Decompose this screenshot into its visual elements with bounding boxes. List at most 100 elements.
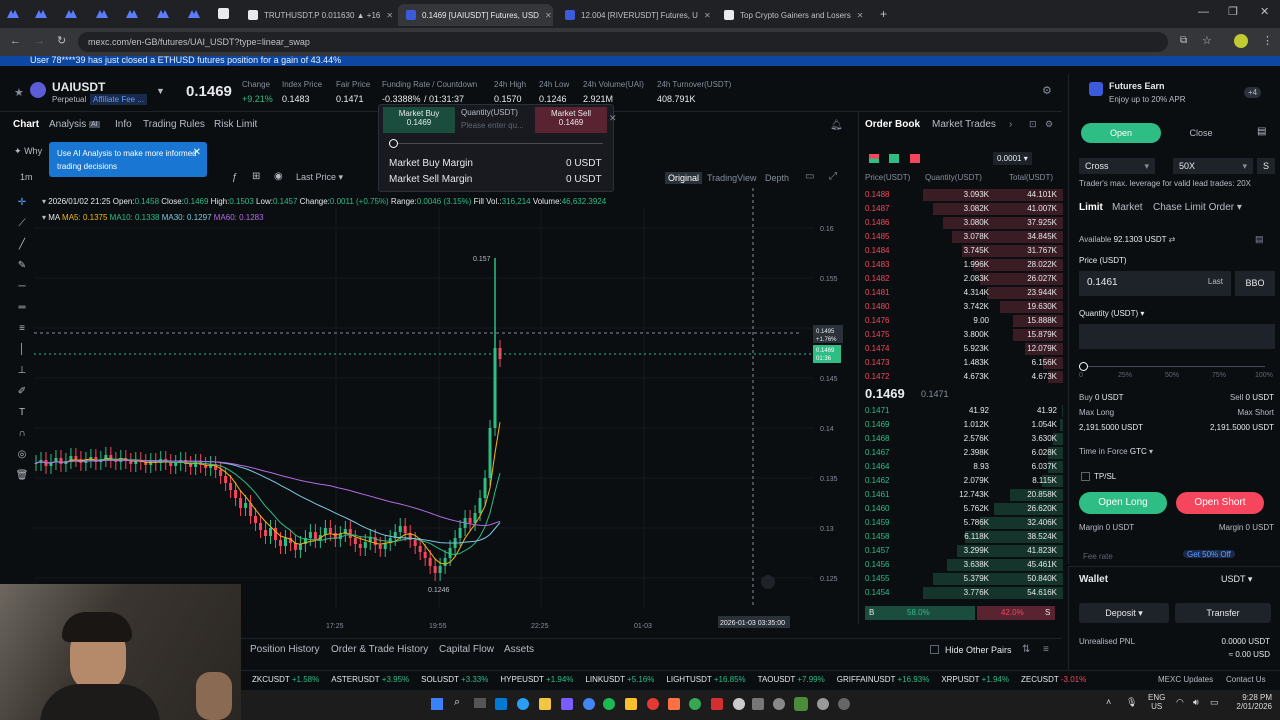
tab-chart[interactable]: Chart: [13, 119, 39, 130]
bid-row[interactable]: 0.1461 12.743K 20.858K: [859, 488, 1063, 502]
measure-icon[interactable]: ⊥: [15, 364, 29, 378]
earn-title[interactable]: Futures Earn: [1109, 81, 1165, 91]
settings-app-icon[interactable]: [817, 698, 829, 710]
mode-s-button[interactable]: S: [1257, 158, 1275, 174]
bid-row[interactable]: 0.1455 5.379K 50.840K: [859, 572, 1063, 586]
maximize-icon[interactable]: ❐: [1228, 5, 1238, 18]
leverage-select[interactable]: 50X ▾: [1173, 158, 1253, 174]
bid-row[interactable]: 0.1469 1.012K 1.054K: [859, 418, 1063, 432]
battery-icon[interactable]: ▭: [1210, 697, 1219, 708]
browser-tab-active[interactable]: 0.1469 [UAIUSDT] Futures, USD ✕: [398, 4, 553, 26]
symbol-dropdown-icon[interactable]: ▼: [156, 86, 165, 96]
capcut-icon[interactable]: [752, 698, 764, 710]
tab-market-trades[interactable]: Market Trades: [932, 119, 996, 130]
text-tool-icon[interactable]: T: [15, 406, 29, 420]
coin-ticker-item[interactable]: TAOUSDT +7.99%: [758, 675, 825, 684]
folder-icon[interactable]: [539, 698, 551, 710]
app-icon[interactable]: [773, 698, 785, 710]
tray-chevron-icon[interactable]: ˄: [1106, 697, 1111, 707]
install-icon[interactable]: ⧉: [1180, 35, 1187, 46]
chrome-icon[interactable]: [583, 698, 595, 710]
bid-row[interactable]: 0.1471 41.92 41.92: [859, 404, 1063, 418]
view-asks-icon[interactable]: [910, 154, 920, 163]
ask-row[interactable]: 0.1488 3.093K 44.101K: [859, 188, 1063, 202]
expand-icon[interactable]: ⊡: [1029, 119, 1037, 130]
bid-row[interactable]: 0.1460 5.762K 26.620K: [859, 502, 1063, 516]
trendline-icon[interactable]: ⟋: [15, 217, 29, 231]
crosshair-icon[interactable]: ✛: [15, 196, 29, 210]
ask-row[interactable]: 0.1481 4.314K 23.944K: [859, 286, 1063, 300]
pinned-tab[interactable]: [216, 7, 230, 19]
browser-tab[interactable]: Top Crypto Gainers and Losers ✕: [716, 4, 871, 26]
coin-ticker-item[interactable]: GRIFFAINUSDT +16.93%: [837, 675, 930, 684]
chrome-profile-icon[interactable]: [689, 698, 701, 710]
affiliate-badge[interactable]: Affiliate Fee ...: [90, 94, 147, 105]
github-icon[interactable]: [733, 698, 745, 710]
new-tab-icon[interactable]: +: [880, 7, 887, 21]
bell-icon[interactable]: 🔔︎: [830, 120, 843, 131]
bid-row[interactable]: 0.1468 2.576K 3.630K: [859, 432, 1063, 446]
candlestick-chart[interactable]: 0.160.1550.150.1450.140.1350.130.12517:2…: [0, 138, 852, 633]
quantity-slider[interactable]: [389, 143, 603, 144]
calculator-icon[interactable]: ▤: [1257, 126, 1266, 137]
close-icon[interactable]: ✕: [380, 11, 393, 20]
ray-icon[interactable]: ╱: [15, 238, 29, 252]
amount-slider-handle[interactable]: [1079, 362, 1088, 371]
order-type-chase[interactable]: Chase Limit Order ▾: [1153, 202, 1242, 213]
transfer-button[interactable]: Transfer: [1175, 603, 1271, 623]
browser-menu-icon[interactable]: ⋮: [1262, 34, 1273, 47]
notes-icon[interactable]: [625, 698, 637, 710]
ask-row[interactable]: 0.1476 9.00 15.888K: [859, 314, 1063, 328]
quantity-input[interactable]: [1079, 324, 1275, 349]
bid-row[interactable]: 0.1456 3.638K 45.461K: [859, 558, 1063, 572]
minimize-icon[interactable]: —: [1198, 6, 1209, 18]
tpsl-checkbox[interactable]: [1081, 472, 1090, 481]
tab-position-history[interactable]: Position History: [250, 644, 319, 655]
open-short-button[interactable]: Open Short: [1176, 492, 1264, 514]
close-window-icon[interactable]: ✕: [1260, 5, 1269, 18]
close-icon[interactable]: ✕: [609, 113, 617, 124]
tab-order-book[interactable]: Order Book: [865, 119, 920, 130]
view-bids-icon[interactable]: [889, 154, 899, 163]
ask-row[interactable]: 0.1483 1.996K 28.022K: [859, 258, 1063, 272]
wallet-currency-select[interactable]: USDT ▾: [1221, 574, 1252, 585]
back-icon[interactable]: ←: [10, 35, 21, 47]
ask-row[interactable]: 0.1472 4.673K 4.673K: [859, 370, 1063, 384]
coin-ticker-item[interactable]: LIGHTUSDT +16.85%: [666, 675, 745, 684]
search-icon[interactable]: ⌕: [454, 696, 460, 709]
mexc-updates-link[interactable]: MEXC Updates: [1158, 675, 1213, 684]
settings-icon[interactable]: ⚙: [1045, 119, 1053, 130]
browser-tab[interactable]: TRUTHUSDT.P 0.011630 ▲ +16 ✕: [240, 4, 394, 26]
pinned-tab[interactable]: [187, 7, 201, 19]
price-input[interactable]: 0.1461 Last: [1079, 271, 1231, 296]
bid-row[interactable]: 0.1458 6.118K 38.524K: [859, 530, 1063, 544]
pinned-tab[interactable]: [34, 7, 48, 19]
view-both-icon[interactable]: [869, 154, 879, 163]
close-tab-button[interactable]: Close: [1161, 123, 1241, 143]
pinned-tab[interactable]: [125, 7, 139, 19]
eye-icon[interactable]: ◎: [15, 448, 29, 462]
symbol-name[interactable]: UAIUSDT: [52, 80, 105, 94]
last-price-toggle[interactable]: Last: [1208, 277, 1223, 286]
contact-us-link[interactable]: Contact Us: [1226, 675, 1266, 684]
close-icon[interactable]: ✕: [698, 11, 711, 20]
bid-row[interactable]: 0.1462 2.079K 8.115K: [859, 474, 1063, 488]
bookmark-star-icon[interactable]: ☆: [1202, 34, 1212, 47]
bid-row[interactable]: 0.1457 3.299K 41.823K: [859, 544, 1063, 558]
pinned-tab[interactable]: [6, 7, 20, 19]
url-input[interactable]: mexc.com/en-GB/futures/UAI_USDT?type=lin…: [78, 32, 1168, 52]
pinned-tab[interactable]: [64, 7, 78, 19]
bid-row[interactable]: 0.1464 8.93 6.037K: [859, 460, 1063, 474]
order-type-limit[interactable]: Limit: [1079, 202, 1103, 213]
tab-trading-rules[interactable]: Trading Rules: [143, 119, 205, 130]
coin-ticker-item[interactable]: LINKUSDT +5.16%: [585, 675, 654, 684]
open-tab-button[interactable]: Open: [1081, 123, 1161, 143]
volume-icon[interactable]: 🔊︎: [1193, 697, 1199, 708]
forward-icon[interactable]: →: [34, 35, 45, 47]
chrome-active-icon[interactable]: [794, 697, 808, 711]
sort-icon[interactable]: ⇅: [1022, 644, 1030, 655]
trash-icon[interactable]: 🗑︎: [15, 469, 29, 483]
edge-icon[interactable]: [495, 698, 507, 710]
close-icon[interactable]: ✕: [193, 146, 201, 159]
language-indicator[interactable]: ENG US: [1148, 693, 1165, 711]
